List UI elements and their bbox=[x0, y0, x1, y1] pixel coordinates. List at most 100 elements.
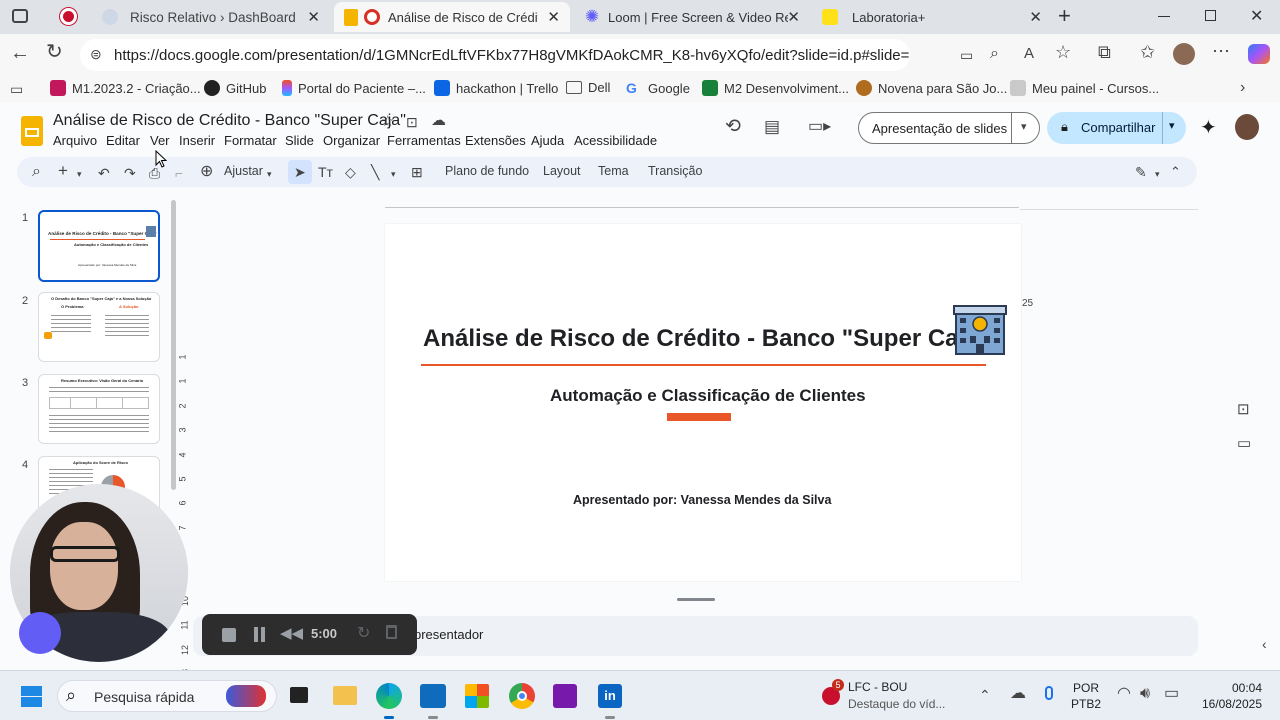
bookmark-item[interactable]: Meu painel - Cursos... bbox=[1010, 80, 1159, 96]
shape-icon[interactable]: ◇ bbox=[345, 164, 356, 180]
menu-extensoes[interactable]: Extensões bbox=[465, 133, 526, 148]
menu-editar[interactable]: Editar bbox=[106, 133, 140, 148]
chevron-down-icon[interactable]: ▾ bbox=[1021, 120, 1027, 133]
share-button[interactable]: 🔒︎ Compartilhar ▾ bbox=[1047, 112, 1186, 144]
wifi-icon[interactable]: ◠ bbox=[1117, 686, 1131, 702]
bookmark-item[interactable]: G Google bbox=[626, 80, 690, 96]
zoom-select[interactable]: Ajustar bbox=[224, 164, 263, 178]
refresh-icon[interactable]: ↻ bbox=[46, 42, 63, 62]
move-folder-icon[interactable]: ⊡ bbox=[406, 114, 418, 130]
tab-risco-relativo[interactable]: Risco Relativo › DashBoard ✕ bbox=[92, 2, 330, 32]
bookmark-item[interactable]: M2 Desenvolviment... bbox=[702, 80, 849, 96]
chevron-down-icon[interactable]: ▾ bbox=[267, 166, 272, 182]
rewind-icon[interactable]: ◀◀ bbox=[280, 624, 303, 642]
transition-button[interactable]: Transição bbox=[648, 164, 702, 178]
bookmark-item[interactable]: hackathon | Trello bbox=[434, 80, 558, 96]
microphone-icon[interactable] bbox=[1045, 686, 1053, 700]
redo-icon[interactable]: ↷ bbox=[124, 165, 136, 181]
new-tab-button[interactable]: + bbox=[1058, 3, 1071, 29]
more-menu-icon[interactable]: ⋯ bbox=[1212, 42, 1230, 60]
pen-mode-icon[interactable]: ✎ bbox=[1135, 164, 1147, 180]
tab-analise-risco[interactable]: Análise de Risco de Crédito ✕ bbox=[334, 2, 570, 32]
stop-icon[interactable] bbox=[222, 628, 236, 642]
windows-start-icon[interactable] bbox=[21, 686, 42, 707]
present-button[interactable]: Apresentação de slides ▾ bbox=[858, 112, 1040, 144]
battery-icon[interactable]: ▭ bbox=[1164, 686, 1179, 702]
pause-icon[interactable] bbox=[254, 627, 258, 642]
menu-formatar[interactable]: Formatar bbox=[224, 133, 277, 148]
menu-inserir[interactable]: Inserir bbox=[179, 133, 215, 148]
slide-thumbnail-3[interactable]: Resumo Executivo: Visão Geral do Cenário bbox=[38, 374, 160, 444]
slide-thumbnail-2[interactable]: O Desafio do Banco "Super Caja" e a Noss… bbox=[38, 292, 160, 362]
onedrive-icon[interactable]: ☁ bbox=[1010, 686, 1026, 702]
read-aloud-icon[interactable]: A bbox=[1024, 46, 1034, 62]
clock[interactable]: 00:04 16/08/2025 bbox=[1196, 681, 1262, 711]
search-icon[interactable]: ⌕ bbox=[32, 164, 41, 180]
chevron-down-icon[interactable]: ▾ bbox=[1169, 119, 1175, 132]
comments-icon[interactable]: ▤ bbox=[764, 118, 780, 135]
layout-button[interactable]: Layout bbox=[543, 164, 581, 178]
folder-panel-icon[interactable]: ▭ bbox=[1237, 436, 1251, 452]
chevron-up-icon[interactable]: ⌃ bbox=[1170, 164, 1181, 180]
bookmark-item[interactable]: M1.2023.2 - Criação... bbox=[50, 80, 201, 96]
linkedin-icon[interactable]: in bbox=[598, 684, 622, 708]
tab-laboratoria[interactable]: Laboratoria+ ✕ bbox=[812, 2, 1052, 32]
menu-ver[interactable]: Ver bbox=[150, 133, 170, 148]
new-slide-icon[interactable]: + bbox=[58, 162, 68, 179]
outlook-icon[interactable] bbox=[420, 684, 446, 708]
menu-arquivo[interactable]: Arquivo bbox=[53, 133, 97, 148]
trash-icon[interactable] bbox=[386, 625, 397, 639]
close-tab-icon[interactable]: ✕ bbox=[547, 8, 560, 26]
gemini-icon[interactable]: ✦ bbox=[1200, 118, 1217, 138]
extensions-icon[interactable]: ⧉ bbox=[1098, 43, 1111, 61]
close-window-button[interactable]: ✕ bbox=[1250, 6, 1263, 26]
edge-workspace-icon[interactable] bbox=[60, 8, 77, 25]
menu-organizar[interactable]: Organizar bbox=[323, 133, 380, 148]
onenote-icon[interactable] bbox=[553, 684, 577, 708]
volume-icon[interactable]: 🔊︎ bbox=[1140, 686, 1150, 702]
file-explorer-icon[interactable] bbox=[333, 686, 357, 705]
chevron-up-icon[interactable]: ⌃ bbox=[979, 687, 991, 703]
minimize-button[interactable] bbox=[1158, 16, 1170, 17]
close-tab-icon[interactable]: ✕ bbox=[307, 8, 320, 26]
slide-title[interactable]: Análise de Risco de Crédito - Banco "Sup… bbox=[423, 325, 990, 353]
bookmark-item[interactable]: Portal do Paciente –... bbox=[282, 80, 426, 96]
favorite-star-icon[interactable]: ☆ bbox=[1055, 43, 1071, 61]
restart-icon[interactable]: ↻ bbox=[357, 623, 370, 643]
chevron-down-icon[interactable]: ▾ bbox=[1155, 166, 1160, 182]
bookmark-item[interactable]: Novena para São Jo... bbox=[856, 80, 1007, 96]
line-icon[interactable]: ╲ bbox=[371, 164, 379, 180]
site-info-icon[interactable]: ⊜ bbox=[90, 46, 102, 63]
microsoft-store-icon[interactable] bbox=[465, 684, 489, 708]
text-box-icon[interactable]: Tт bbox=[318, 164, 333, 180]
tab-loom[interactable]: ✺ Loom | Free Screen & Video Reco ✕ bbox=[574, 2, 810, 32]
close-tab-icon[interactable]: ✕ bbox=[1029, 8, 1042, 26]
close-tab-icon[interactable]: ✕ bbox=[787, 8, 800, 26]
menu-ferramentas[interactable]: Ferramentas bbox=[387, 133, 461, 148]
profile-avatar[interactable] bbox=[1173, 43, 1195, 65]
bookmark-item[interactable]: Dell bbox=[566, 80, 610, 95]
slide-subtitle[interactable]: Automação e Classificação de Clientes bbox=[550, 386, 866, 406]
chevron-down-icon[interactable]: ▾ bbox=[77, 166, 82, 182]
notes-resize-handle[interactable] bbox=[677, 598, 715, 601]
language-indicator[interactable]: POR PTB2 bbox=[1066, 681, 1106, 713]
slide-thumbnail-1[interactable]: Análise de Risco de Crédito - Banco "Sup… bbox=[38, 210, 160, 282]
background-button[interactable]: Plano de fundo bbox=[445, 164, 529, 178]
copilot-icon[interactable] bbox=[1248, 44, 1270, 64]
theme-button[interactable]: Tema bbox=[598, 164, 629, 178]
google-slides-logo[interactable] bbox=[21, 116, 43, 146]
zoom-icon[interactable]: ⊕ bbox=[200, 164, 213, 180]
edge-taskbar-icon[interactable] bbox=[376, 683, 402, 709]
news-widget[interactable]: 5 LFC - BOU Destaque do víd... bbox=[820, 679, 960, 715]
chevron-down-icon[interactable]: ▾ bbox=[391, 166, 396, 182]
star-icon[interactable]: ☆ bbox=[381, 114, 394, 130]
filmstrip-scrollbar[interactable] bbox=[171, 200, 176, 490]
bookmark-menu-icon[interactable]: ▭ bbox=[10, 81, 23, 97]
cursor-arrow-icon[interactable]: ➤ bbox=[294, 164, 306, 180]
menu-acessibilidade[interactable]: Acessibilidade bbox=[574, 133, 657, 148]
meet-camera-icon[interactable]: ▭▸ bbox=[808, 119, 831, 135]
taskbar-search[interactable]: ⌕ Pesquisa rápida bbox=[57, 680, 277, 712]
address-bar[interactable]: ⊜ https://docs.google.com/presentation/d… bbox=[80, 39, 910, 71]
chevron-right-icon[interactable]: › bbox=[1240, 80, 1245, 96]
side-panel-toggle-icon[interactable]: ‹ bbox=[1262, 636, 1267, 652]
